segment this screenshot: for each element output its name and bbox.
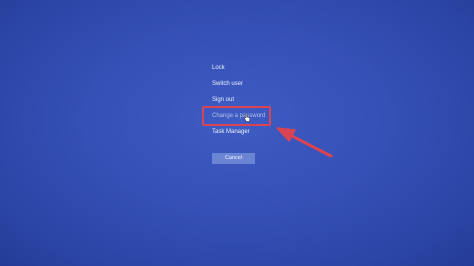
task-manager-option[interactable]: Task Manager	[212, 127, 265, 137]
switch-user-option[interactable]: Switch user	[212, 79, 265, 89]
security-options-menu: Lock Switch user Sign out Change a passw…	[212, 63, 265, 143]
arrow-head	[276, 127, 296, 142]
cancel-button[interactable]: Cancel	[212, 153, 255, 164]
hand-pointer-icon	[244, 113, 250, 122]
sign-out-option[interactable]: Sign out	[212, 95, 265, 105]
highlight-box	[202, 106, 271, 126]
lock-option[interactable]: Lock	[212, 63, 265, 73]
arrow-shaft	[288, 133, 333, 158]
